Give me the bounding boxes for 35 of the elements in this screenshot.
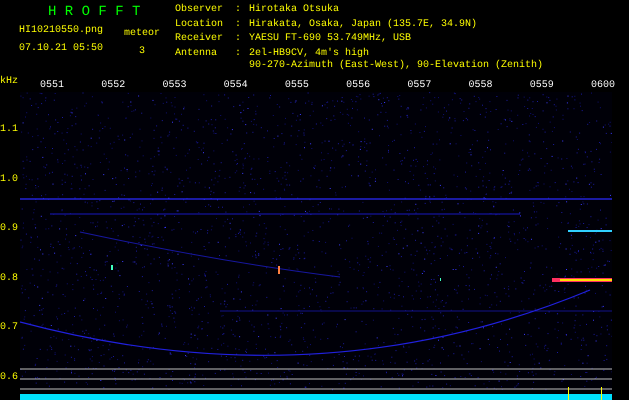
time-label: 0600: [590, 80, 615, 92]
info-value: 2el-HB9CV, 4m's high: [249, 48, 370, 60]
timestamp: 07.10.21 05:50: [19, 43, 104, 55]
time-label: 0556: [346, 80, 370, 92]
detection-count: 3: [139, 46, 146, 58]
frequency-label: 0.8: [0, 272, 18, 285]
frequency-label: 0.9: [0, 223, 18, 236]
frequency-label: 1.1: [0, 124, 18, 136]
axis-unit: kHz: [0, 74, 20, 88]
info-separator: :: [235, 4, 242, 17]
info-value: YAESU FT-690 53.749MHz, USB: [249, 33, 412, 45]
time-label: 0558: [468, 80, 493, 92]
time-label: 0555: [284, 80, 309, 92]
frequency-label: 0.6: [0, 372, 18, 384]
info-value: Hirotaka Otsuka: [249, 4, 340, 16]
info-value: Hirakata, Osaka, Japan (135.7E, 34.9N): [249, 18, 478, 30]
app-title: H R O F F T: [47, 4, 142, 20]
info-separator: :: [235, 48, 242, 60]
info-label: Location: [175, 18, 224, 32]
time-label: 0551: [40, 80, 64, 92]
info-separator: :: [235, 33, 242, 46]
time-label: 0552: [101, 80, 126, 92]
frequency-label: 0.7: [0, 322, 18, 334]
info-value: 90-270-Azimuth (East-West), 90-Elevation (Zenith): [249, 60, 544, 72]
time-label: 0557: [407, 80, 432, 92]
file-name: HI10210550.png: [19, 25, 104, 37]
detection-label: meteor: [124, 28, 160, 40]
info-label: Antenna: [175, 48, 218, 60]
time-label: 0559: [530, 80, 554, 92]
time-label: 0553: [162, 80, 186, 92]
info-label: Observer: [175, 4, 224, 17]
info-separator: :: [235, 18, 242, 32]
info-label: Receiver: [175, 33, 224, 46]
frequency-label: 1.0: [0, 174, 18, 186]
time-label: 0554: [224, 80, 248, 92]
